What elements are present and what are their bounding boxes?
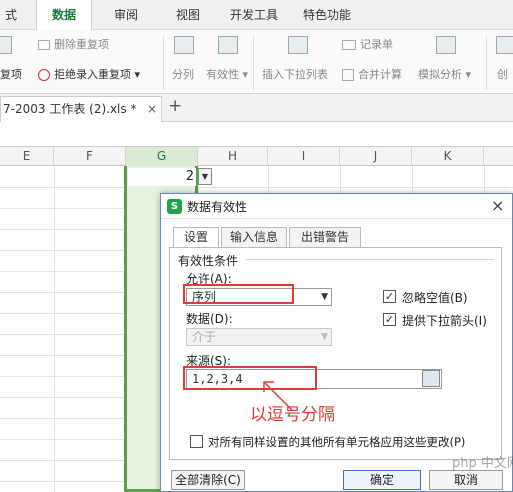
- column-header-j[interactable]: J: [340, 147, 412, 166]
- insert-dropdown-icon: [288, 36, 308, 54]
- annotation-text: 以逗号分隔: [250, 405, 335, 425]
- simulate-label: 模拟分析: [418, 68, 462, 81]
- record-form-label: 记录单: [360, 38, 393, 51]
- merge-calc-icon: [342, 69, 354, 81]
- settings-panel: 有效性条件 允许(A): 序列 ▼ ✓ 忽略空值(B) ✓ 提供下拉箭头(I) …: [169, 247, 502, 460]
- tab-input-message[interactable]: 输入信息: [221, 227, 287, 247]
- ribbon-tab-bar: 式 数据 审阅 视图 开发工具 特色功能: [0, 0, 513, 31]
- insert-dropdown-button[interactable]: 插入下拉列表: [262, 66, 328, 82]
- split-button[interactable]: 分列: [172, 66, 194, 82]
- record-form-button[interactable]: 记录单: [342, 36, 393, 52]
- app-logo-icon: S: [167, 199, 182, 214]
- simulate-icon: [436, 36, 456, 54]
- split-icon: [174, 36, 194, 54]
- dialog-title-bar: S 数据有效性 ×: [161, 194, 512, 219]
- chevron-down-icon: ▼: [321, 292, 328, 302]
- data-select[interactable]: 介于 ▼: [186, 328, 332, 346]
- ok-button[interactable]: 确定: [343, 470, 421, 490]
- data-validation-dialog: S 数据有效性 × 设置 输入信息 出错警告 有效性条件 允许(A): 序列 ▼…: [160, 193, 513, 492]
- tab-special[interactable]: 特色功能: [294, 0, 360, 30]
- validity-icon: [218, 36, 238, 54]
- reject-icon: [38, 69, 50, 81]
- reject-duplicates-button[interactable]: 拒绝录入重复项 ▾: [38, 66, 140, 82]
- active-cell[interactable]: 2: [128, 168, 196, 186]
- document-tab-title: 7-2003 工作表 (2).xls *: [3, 102, 137, 116]
- merge-calc-button[interactable]: 合并计算: [342, 66, 402, 82]
- ribbon-separator: [163, 36, 164, 90]
- tab-data[interactable]: 数据: [36, 0, 92, 31]
- validity-button[interactable]: 有效性 ▾: [206, 66, 248, 82]
- column-header-i[interactable]: I: [268, 147, 340, 166]
- tab-review[interactable]: 审阅: [106, 0, 146, 30]
- watermark: php 中文网: [452, 456, 513, 471]
- record-form-icon: [342, 40, 356, 50]
- column-header-e[interactable]: E: [0, 147, 54, 166]
- close-icon[interactable]: ×: [491, 196, 504, 215]
- highlight-duplicates-icon: [0, 36, 12, 54]
- remove-duplicates-label: 删除重复项: [54, 38, 109, 51]
- document-tab[interactable]: 7-2003 工作表 (2).xls * ×: [0, 96, 162, 122]
- tab-view[interactable]: 视图: [168, 0, 208, 30]
- cell-dropdown-arrow-icon[interactable]: ▼: [198, 168, 212, 185]
- ribbon-toolbar: 复项 删除重复项 拒绝录入重复项 ▾ 分列 有效性 ▾ 插入下拉列表 记录单 合…: [0, 30, 513, 94]
- add-tab-icon[interactable]: +: [168, 96, 182, 116]
- chevron-down-icon: ▼: [321, 332, 328, 342]
- create-button[interactable]: 创: [497, 66, 508, 82]
- tab-error-alert[interactable]: 出错警告: [289, 227, 361, 247]
- highlight-box: [183, 284, 294, 304]
- column-header-k[interactable]: K: [412, 147, 484, 166]
- column-header-g[interactable]: G: [126, 147, 198, 166]
- validity-criteria-heading: 有效性条件: [178, 254, 239, 268]
- ribbon-separator: [486, 36, 487, 90]
- tab-developer[interactable]: 开发工具: [224, 0, 284, 30]
- column-header-row: E F G H I J K: [0, 146, 513, 166]
- provide-dropdown-checkbox[interactable]: ✓: [383, 313, 396, 326]
- ignore-blank-label: 忽略空值(B): [402, 291, 468, 305]
- data-select-value: 介于: [192, 330, 217, 344]
- reject-duplicates-label: 拒绝录入重复项: [54, 68, 131, 81]
- apply-all-checkbox[interactable]: [190, 435, 203, 448]
- dialog-title: 数据有效性: [187, 200, 248, 214]
- ignore-blank-checkbox[interactable]: ✓: [383, 290, 396, 303]
- group-divider: [246, 259, 494, 260]
- apply-all-label: 对所有同样设置的其他所有单元格应用这些更改(P): [208, 435, 466, 449]
- column-gridline: [54, 166, 55, 492]
- close-tab-icon[interactable]: ×: [147, 97, 157, 121]
- validity-label: 有效性: [206, 68, 239, 81]
- clear-all-button[interactable]: 全部清除(C): [171, 470, 245, 490]
- column-header-f[interactable]: F: [54, 147, 126, 166]
- row-gridline: [0, 187, 513, 188]
- highlight-duplicates-button[interactable]: 复项: [0, 66, 22, 82]
- remove-duplicates-icon: [38, 40, 50, 50]
- cancel-button[interactable]: 取消: [429, 470, 503, 490]
- data-label: 数据(D):: [186, 312, 233, 326]
- simulate-button[interactable]: 模拟分析 ▾: [418, 66, 471, 82]
- provide-dropdown-label: 提供下拉箭头(I): [402, 314, 487, 328]
- column-header-h[interactable]: H: [198, 147, 268, 166]
- tab-settings[interactable]: 设置: [173, 227, 219, 248]
- remove-duplicates-button[interactable]: 删除重复项: [38, 36, 109, 52]
- ribbon-separator: [253, 36, 254, 90]
- range-picker-icon[interactable]: [422, 370, 440, 387]
- create-icon: [496, 36, 513, 54]
- tab-formula-partial[interactable]: 式: [0, 0, 22, 30]
- merge-calc-label: 合并计算: [358, 68, 402, 81]
